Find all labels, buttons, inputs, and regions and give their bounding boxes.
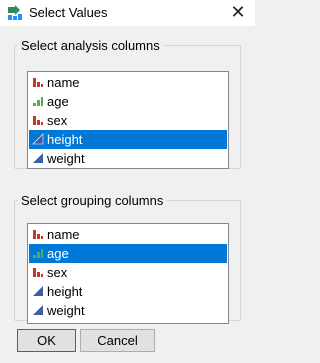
continuous-triangle-icon bbox=[33, 153, 43, 163]
analysis-item-height[interactable]: height bbox=[29, 130, 227, 149]
item-label: name bbox=[47, 227, 80, 242]
nominal-bar-icon bbox=[33, 116, 43, 125]
continuous-triangle-icon bbox=[33, 305, 43, 315]
grouping-columns-group: Select grouping columns name age sex hei… bbox=[14, 193, 241, 324]
item-label: weight bbox=[47, 303, 85, 318]
ok-button[interactable]: OK bbox=[17, 329, 76, 352]
nominal-bar-icon bbox=[33, 230, 43, 239]
title-bar: Select Values ✕ bbox=[0, 0, 255, 26]
grouping-item-height[interactable]: height bbox=[29, 282, 227, 301]
continuous-triangle-icon bbox=[32, 133, 44, 145]
grouping-item-name[interactable]: name bbox=[29, 225, 227, 244]
grouping-columns-listbox[interactable]: name age sex height weight bbox=[27, 223, 229, 324]
continuous-triangle-icon bbox=[33, 286, 43, 296]
item-label: sex bbox=[47, 265, 68, 280]
analysis-item-weight[interactable]: weight bbox=[29, 149, 227, 168]
analysis-columns-legend: Select analysis columns bbox=[21, 38, 160, 53]
grouping-item-age[interactable]: age bbox=[29, 244, 227, 263]
item-label: age bbox=[47, 94, 69, 109]
ordinal-bar-icon bbox=[33, 249, 43, 258]
item-label: height bbox=[47, 284, 83, 299]
item-label: height bbox=[47, 132, 83, 147]
app-icon bbox=[8, 5, 22, 20]
analysis-item-sex[interactable]: sex bbox=[29, 111, 227, 130]
grouping-item-sex[interactable]: sex bbox=[29, 263, 227, 282]
nominal-bar-icon bbox=[33, 78, 43, 87]
item-label: age bbox=[47, 246, 69, 261]
grouping-item-weight[interactable]: weight bbox=[29, 301, 227, 320]
item-label: weight bbox=[47, 151, 85, 166]
item-label: sex bbox=[47, 113, 68, 128]
analysis-columns-group: Select analysis columns name age sex hei… bbox=[14, 38, 241, 169]
cancel-button[interactable]: Cancel bbox=[80, 329, 155, 352]
item-label: name bbox=[47, 75, 80, 90]
close-icon[interactable]: ✕ bbox=[221, 0, 255, 26]
grouping-columns-legend: Select grouping columns bbox=[21, 193, 164, 208]
analysis-columns-listbox[interactable]: name age sex height weight bbox=[27, 71, 229, 169]
nominal-bar-icon bbox=[33, 268, 43, 277]
window-title: Select Values bbox=[29, 5, 108, 20]
ordinal-bar-icon bbox=[33, 97, 43, 106]
select-values-dialog: Select Values ✕ Select analysis columns … bbox=[0, 0, 255, 363]
analysis-item-age[interactable]: age bbox=[29, 92, 227, 111]
analysis-item-name[interactable]: name bbox=[29, 73, 227, 92]
